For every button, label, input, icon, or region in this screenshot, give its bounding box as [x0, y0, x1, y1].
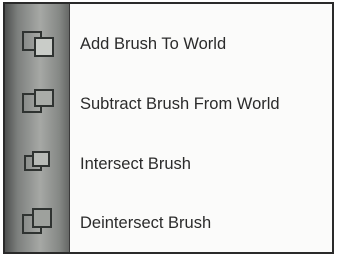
menu-item-label: Subtract Brush From World	[80, 95, 280, 113]
brush-intersect-icon	[19, 146, 59, 182]
menu-item-intersect-brush[interactable]: Intersect Brush	[5, 135, 332, 193]
menu-item-deintersect-brush[interactable]: Deintersect Brush	[5, 194, 332, 252]
menu-item-label: Deintersect Brush	[80, 214, 212, 232]
brush-context-menu: Add Brush To World Subtract Brush From W…	[3, 2, 334, 254]
brush-add-icon	[19, 26, 59, 62]
menu-item-add-brush[interactable]: Add Brush To World	[5, 15, 332, 73]
menu-item-label: Add Brush To World	[80, 35, 227, 53]
menu-item-subtract-brush[interactable]: Subtract Brush From World	[5, 75, 332, 133]
brush-deintersect-icon	[19, 205, 59, 241]
menu-item-label: Intersect Brush	[80, 155, 191, 173]
brush-subtract-icon	[19, 86, 59, 122]
